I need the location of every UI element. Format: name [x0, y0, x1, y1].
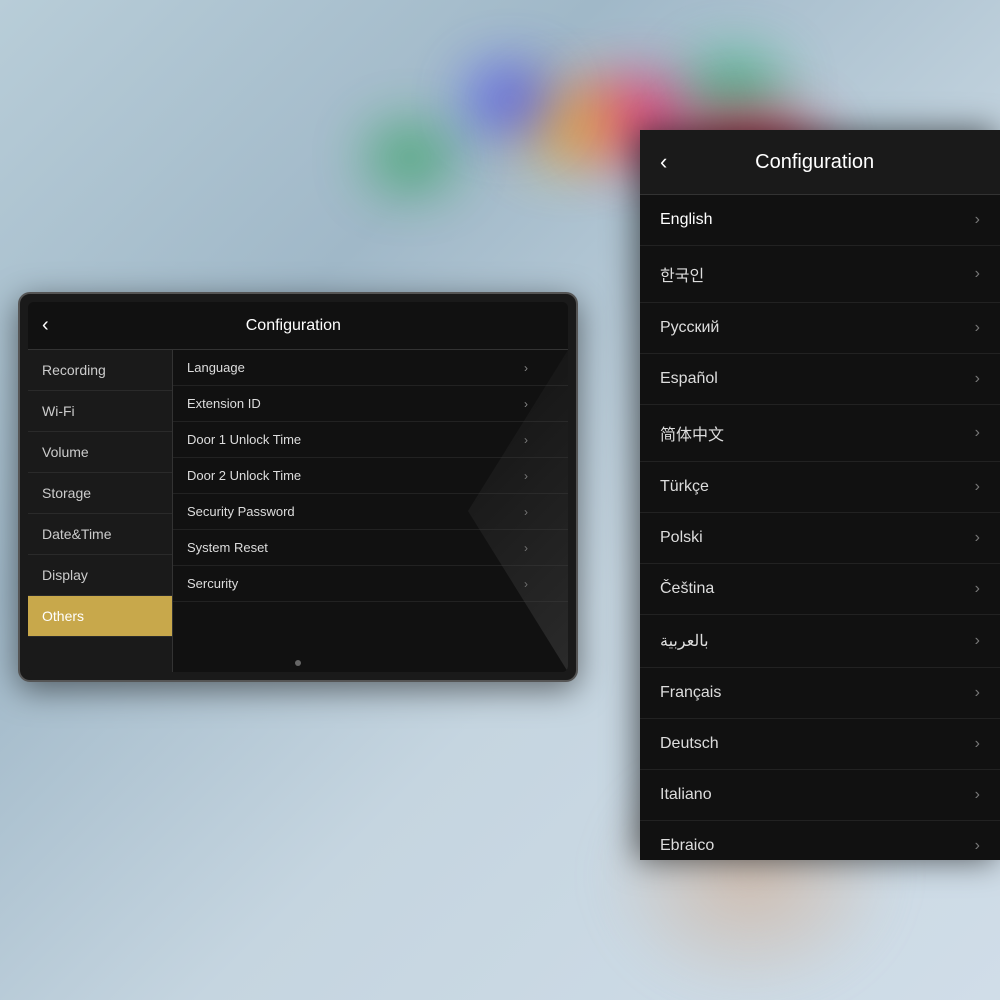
lang-label-korean: 한국인	[660, 262, 704, 286]
lang-item-korean[interactable]: 한국인 ›	[640, 246, 1000, 303]
lang-label-french: Français	[660, 684, 721, 702]
lang-item-spanish[interactable]: Español ›	[640, 354, 1000, 405]
lang-item-italian[interactable]: Italiano ›	[640, 770, 1000, 821]
chevron-icon: ›	[975, 735, 980, 753]
sidebar-item-recording[interactable]: Recording	[28, 350, 172, 391]
lang-label-chinese: 简体中文	[660, 421, 724, 445]
lang-label-spanish: Español	[660, 370, 718, 388]
bg-blob-4	[470, 70, 550, 130]
lang-label-russian: Русский	[660, 319, 719, 337]
language-list: English › 한국인 › Русский › Español › 简体中文…	[640, 195, 1000, 860]
chevron-icon: ›	[975, 478, 980, 496]
small-config-panel: ‹ Configuration Recording Wi-Fi Volume S…	[28, 302, 568, 672]
sidebar-item-volume[interactable]: Volume	[28, 432, 172, 473]
lang-item-chinese[interactable]: 简体中文 ›	[640, 405, 1000, 462]
chevron-icon: ›	[975, 786, 980, 804]
lang-item-hebrew[interactable]: Ebraico ›	[640, 821, 1000, 860]
bg-blob-6	[370, 130, 450, 185]
lang-item-polish[interactable]: Polski ›	[640, 513, 1000, 564]
small-back-button[interactable]: ‹	[42, 314, 49, 337]
chevron-icon: ›	[524, 361, 528, 375]
small-config-body: Recording Wi-Fi Volume Storage Date&Time…	[28, 350, 568, 672]
lang-label-arabic: بالعربية	[660, 631, 709, 651]
small-content-area: Language › Extension ID › Door 1 Unlock …	[173, 350, 568, 672]
menu-item-door1-unlock-label: Door 1 Unlock Time	[187, 432, 301, 447]
sidebar-item-others[interactable]: Others	[28, 596, 172, 637]
chevron-icon: ›	[975, 632, 980, 650]
lang-item-french[interactable]: Français ›	[640, 668, 1000, 719]
lang-label-polish: Polski	[660, 529, 703, 547]
lang-label-hebrew: Ebraico	[660, 837, 714, 855]
lang-item-czech[interactable]: Čeština ›	[640, 564, 1000, 615]
lang-label-turkish: Türkçe	[660, 478, 709, 496]
lang-label-german: Deutsch	[660, 735, 719, 753]
device-indicator	[295, 660, 301, 666]
small-config-title: Configuration	[57, 317, 530, 335]
large-config-panel: ‹ Configuration English › 한국인 › Русский …	[640, 130, 1000, 860]
chevron-icon: ›	[975, 529, 980, 547]
small-sidebar: Recording Wi-Fi Volume Storage Date&Time…	[28, 350, 173, 672]
lang-label-english: English	[660, 211, 712, 229]
menu-item-door2-unlock-label: Door 2 Unlock Time	[187, 468, 301, 483]
menu-item-system-reset-label: System Reset	[187, 540, 268, 555]
chevron-icon: ›	[975, 265, 980, 283]
menu-item-sercurity-label: Sercurity	[187, 576, 238, 591]
menu-item-security-password-label: Security Password	[187, 504, 295, 519]
menu-item-language[interactable]: Language ›	[173, 350, 568, 386]
chevron-icon: ›	[975, 580, 980, 598]
sidebar-item-display[interactable]: Display	[28, 555, 172, 596]
chevron-icon: ›	[975, 837, 980, 855]
small-config-header: ‹ Configuration	[28, 302, 568, 350]
lang-item-turkish[interactable]: Türkçe ›	[640, 462, 1000, 513]
menu-item-language-label: Language	[187, 360, 245, 375]
chevron-icon: ›	[975, 684, 980, 702]
sidebar-item-storage[interactable]: Storage	[28, 473, 172, 514]
menu-item-extension-id-label: Extension ID	[187, 396, 261, 411]
small-device-panel: ‹ Configuration Recording Wi-Fi Volume S…	[18, 292, 578, 682]
sidebar-item-wifi[interactable]: Wi-Fi	[28, 391, 172, 432]
menu-item-extension-id[interactable]: Extension ID ›	[173, 386, 568, 422]
sidebar-item-datetime[interactable]: Date&Time	[28, 514, 172, 555]
lang-label-italian: Italiano	[660, 786, 712, 804]
chevron-icon: ›	[975, 370, 980, 388]
lang-item-english[interactable]: English ›	[640, 195, 1000, 246]
chevron-icon: ›	[524, 397, 528, 411]
lang-item-arabic[interactable]: بالعربية ›	[640, 615, 1000, 668]
chevron-icon: ›	[975, 424, 980, 442]
large-config-title: Configuration	[677, 151, 952, 174]
lang-item-russian[interactable]: Русский ›	[640, 303, 1000, 354]
large-config-header: ‹ Configuration	[640, 130, 1000, 195]
lang-label-czech: Čeština	[660, 580, 714, 598]
device-screen: ‹ Configuration Recording Wi-Fi Volume S…	[28, 302, 568, 672]
lang-item-german[interactable]: Deutsch ›	[640, 719, 1000, 770]
chevron-icon: ›	[975, 211, 980, 229]
large-back-button[interactable]: ‹	[660, 149, 667, 175]
chevron-icon: ›	[975, 319, 980, 337]
